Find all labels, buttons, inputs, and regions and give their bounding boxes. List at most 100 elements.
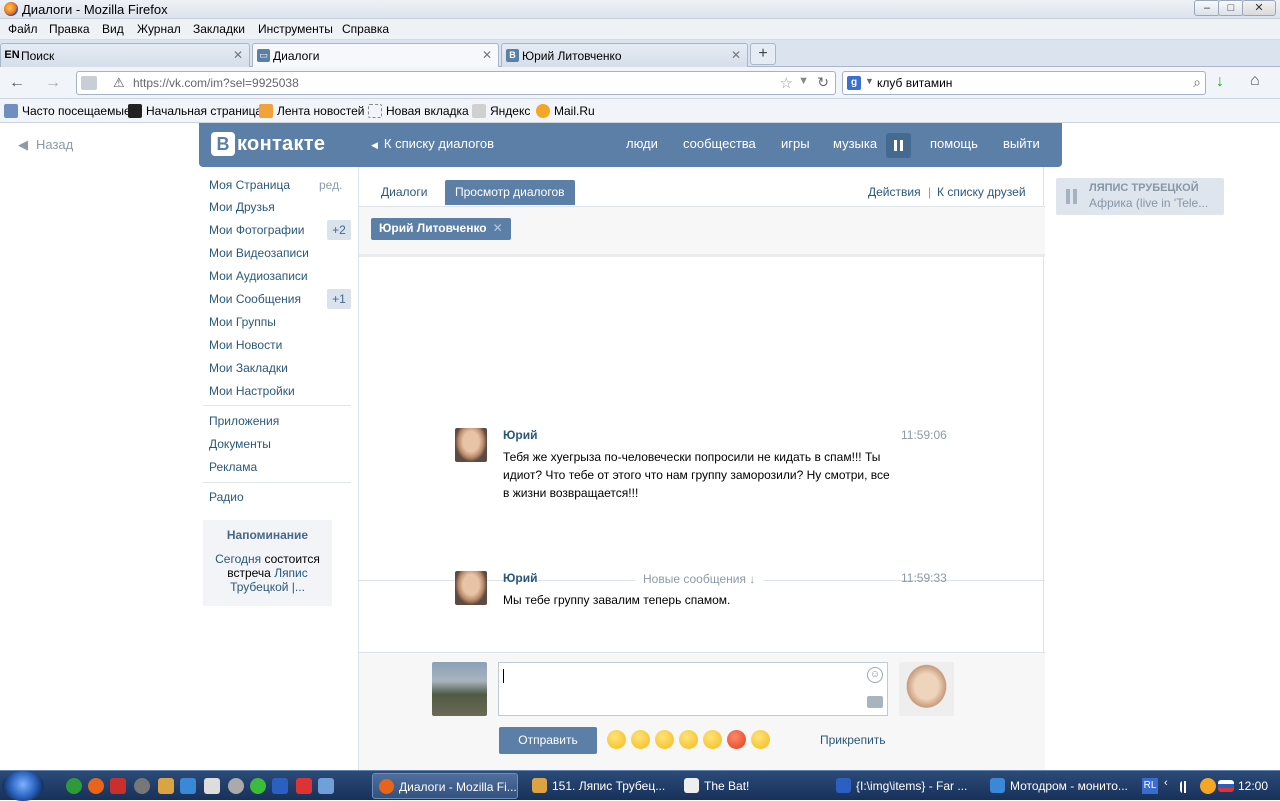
avatar[interactable] bbox=[455, 428, 487, 462]
url-bar[interactable]: ⚠ https://vk.com/im?sel=9925038 ☆ ▼ ↻ bbox=[76, 71, 836, 95]
emoji-thumbs-up-icon[interactable] bbox=[679, 730, 698, 749]
ie-icon[interactable] bbox=[180, 778, 196, 794]
sidebar-item-friends[interactable]: Мои Друзья bbox=[209, 200, 275, 214]
chevron-left-icon[interactable]: ‹ bbox=[1164, 777, 1180, 793]
firefox-icon[interactable] bbox=[88, 778, 104, 794]
icq-icon[interactable] bbox=[250, 778, 266, 794]
sidebar-item-apps[interactable]: Приложения bbox=[209, 414, 279, 428]
photos-count-badge[interactable]: +2 bbox=[327, 220, 351, 240]
message-author[interactable]: Юрий bbox=[503, 428, 537, 442]
opera-icon[interactable] bbox=[296, 778, 312, 794]
audio-player[interactable]: ЛЯПИС ТРУБЕЦКОЙ Африка (live in 'Tele... bbox=[1056, 178, 1224, 215]
tab-dialogs-list[interactable]: Диалоги bbox=[371, 180, 437, 205]
tab-profile[interactable]: В Юрий Литовченко ✕ bbox=[501, 43, 748, 67]
pause-icon[interactable] bbox=[886, 133, 911, 158]
emoji-grin-icon[interactable] bbox=[751, 730, 770, 749]
language-indicator[interactable]: RL bbox=[1142, 778, 1158, 794]
sidebar-edit-link[interactable]: ред. bbox=[319, 178, 342, 192]
task-winamp[interactable]: 151. Ляпис Трубец... bbox=[526, 773, 672, 799]
sidebar-item-radio[interactable]: Радио bbox=[209, 490, 244, 504]
nav-logout[interactable]: выйти bbox=[1003, 136, 1040, 151]
url-dropdown-icon[interactable]: ▼ bbox=[798, 75, 809, 87]
site-identity-icon[interactable] bbox=[81, 76, 97, 90]
vk-logo[interactable]: Вконтакте bbox=[211, 132, 325, 158]
bookmark-yandex[interactable]: Яндекс bbox=[472, 104, 530, 118]
network-icon[interactable] bbox=[1200, 778, 1216, 794]
close-tab-icon[interactable]: ✕ bbox=[482, 48, 492, 62]
nav-music[interactable]: музыка bbox=[833, 136, 877, 151]
avatar[interactable] bbox=[455, 571, 487, 605]
minimize-button[interactable]: – bbox=[1194, 0, 1220, 16]
tab-view-dialogs[interactable]: Просмотр диалогов bbox=[445, 180, 575, 205]
winamp-icon[interactable] bbox=[158, 778, 174, 794]
bookmark-start-page[interactable]: Начальная страница bbox=[128, 104, 262, 118]
settings-icon[interactable] bbox=[228, 778, 244, 794]
message-input[interactable]: ☺ bbox=[498, 662, 888, 716]
close-tab-icon[interactable]: ✕ bbox=[731, 48, 741, 62]
camera-icon[interactable] bbox=[867, 696, 883, 708]
nav-games[interactable]: игры bbox=[781, 136, 810, 151]
tab-dialogs[interactable]: ▭ Диалоги ✕ bbox=[252, 43, 499, 68]
sidebar-item-bookmarks[interactable]: Мои Закладки bbox=[209, 361, 288, 375]
menu-bookmarks[interactable]: Закладки bbox=[193, 22, 245, 36]
url-text[interactable]: https://vk.com/im?sel=9925038 bbox=[133, 76, 299, 90]
task-firefox[interactable]: Диалоги - Mozilla Fi... bbox=[372, 773, 518, 799]
sidebar-item-videos[interactable]: Мои Видеозаписи bbox=[209, 246, 309, 260]
bookmark-mailru[interactable]: Mail.Ru bbox=[536, 104, 595, 118]
menu-tools[interactable]: Инструменты bbox=[258, 22, 333, 36]
back-icon[interactable]: ← bbox=[6, 73, 28, 93]
search-query[interactable]: клуб витамин bbox=[877, 76, 952, 90]
flag-icon[interactable] bbox=[1218, 780, 1234, 792]
pause-icon[interactable] bbox=[1066, 189, 1080, 205]
nav-people[interactable]: люди bbox=[626, 136, 658, 151]
emoji-glasses-icon[interactable] bbox=[655, 730, 674, 749]
back-link[interactable]: ◀ Назад bbox=[18, 137, 73, 153]
smiley-icon[interactable]: ☺ bbox=[867, 667, 883, 683]
sidebar-item-ads[interactable]: Реклама bbox=[209, 460, 257, 474]
bookmark-news-feed[interactable]: Лента новостей bbox=[259, 104, 365, 118]
message-time[interactable]: 11:59:06 bbox=[901, 428, 947, 442]
attach-link[interactable]: Прикрепить bbox=[820, 733, 886, 747]
to-dialogs-link[interactable]: ◀ К списку диалогов bbox=[371, 136, 494, 151]
task-ie[interactable]: Мотодром - монито... bbox=[984, 773, 1130, 799]
far-icon[interactable] bbox=[272, 778, 288, 794]
bookmark-star-icon[interactable]: ☆ bbox=[780, 74, 793, 92]
media-icon[interactable] bbox=[134, 778, 150, 794]
sidebar-item-photos[interactable]: Мои Фотографии bbox=[209, 223, 304, 237]
nav-help[interactable]: помощь bbox=[930, 136, 978, 151]
remove-icon[interactable]: ✕ bbox=[493, 221, 503, 235]
menu-file[interactable]: Файл bbox=[8, 22, 38, 36]
download-icon[interactable]: ↓ bbox=[1216, 73, 1224, 91]
emoji-laugh-icon[interactable] bbox=[703, 730, 722, 749]
nav-communities[interactable]: сообщества bbox=[683, 136, 756, 151]
bookmark-most-visited[interactable]: Часто посещаемые bbox=[4, 104, 131, 118]
my-avatar[interactable] bbox=[432, 662, 487, 716]
actions-link[interactable]: Действия bbox=[868, 185, 921, 199]
send-button[interactable]: Отправить bbox=[499, 727, 597, 754]
menu-history[interactable]: Журнал bbox=[137, 22, 181, 36]
emoji-wink-icon[interactable] bbox=[631, 730, 650, 749]
search-icon[interactable]: ⌕ bbox=[1193, 74, 1201, 91]
menu-edit[interactable]: Правка bbox=[49, 22, 90, 36]
task-far[interactable]: {I:\img\items} - Far ... bbox=[830, 773, 976, 799]
friends-list-link[interactable]: К списку друзей bbox=[937, 185, 1026, 199]
messages-count-badge[interactable]: +1 bbox=[327, 289, 351, 309]
forward-icon[interactable]: → bbox=[42, 73, 64, 93]
sidebar-item-docs[interactable]: Документы bbox=[209, 437, 271, 451]
tab-search[interactable]: EN Поиск ✕ bbox=[0, 43, 250, 67]
menu-help[interactable]: Справка bbox=[342, 22, 389, 36]
start-button[interactable] bbox=[2, 771, 44, 801]
emoji-smile-icon[interactable] bbox=[607, 730, 626, 749]
engine-dropdown-icon[interactable]: ▼ bbox=[865, 76, 874, 86]
message-time[interactable]: 11:59:33 bbox=[901, 571, 947, 585]
reminder-today-link[interactable]: Сегодня bbox=[215, 552, 261, 566]
sidebar-item-my-page[interactable]: Моя Страница bbox=[209, 178, 290, 192]
bookmark-new-tab[interactable]: Новая вкладка bbox=[368, 104, 469, 118]
reload-icon[interactable]: ↻ bbox=[817, 74, 829, 91]
new-tab-button[interactable]: + bbox=[750, 43, 776, 65]
maximize-button[interactable]: □ bbox=[1218, 0, 1244, 16]
message-author[interactable]: Юрий bbox=[503, 571, 537, 585]
search-bar[interactable]: g ▼ клуб витамин ⌕ bbox=[842, 71, 1206, 95]
sidebar-item-groups[interactable]: Мои Группы bbox=[209, 315, 276, 329]
menu-view[interactable]: Вид bbox=[102, 22, 124, 36]
